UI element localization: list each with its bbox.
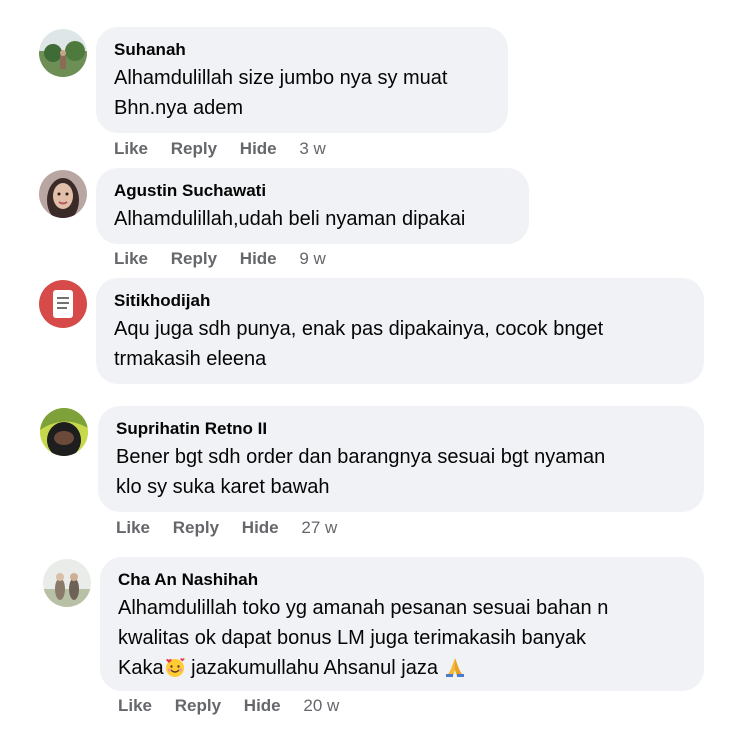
comment-timestamp[interactable]: 3 w bbox=[299, 139, 325, 158]
comment-author[interactable]: Cha An Nashihah bbox=[118, 569, 686, 591]
comment-timestamp[interactable]: 9 w bbox=[299, 249, 325, 268]
comment-text: Alhamdulillah toko yg amanah pesanan ses… bbox=[118, 593, 686, 683]
comment-text-line: trmakasih eleena bbox=[114, 348, 267, 370]
comment-bubble: Suhanah Alhamdulillah size jumbo nya sy … bbox=[96, 27, 508, 133]
reply-button[interactable]: Reply bbox=[171, 249, 217, 268]
avatar-photo-icon bbox=[40, 408, 88, 456]
comment-text-line: Alhamdulillah toko yg amanah pesanan ses… bbox=[118, 597, 609, 619]
reply-button[interactable]: Reply bbox=[175, 696, 221, 715]
avatar[interactable] bbox=[39, 29, 87, 77]
avatar-photo-icon bbox=[39, 280, 87, 328]
comment-author[interactable]: Suhanah bbox=[114, 39, 490, 61]
hide-button[interactable]: Hide bbox=[240, 249, 277, 268]
comment-timestamp[interactable]: 20 w bbox=[303, 696, 339, 715]
reply-button[interactable]: Reply bbox=[173, 518, 219, 537]
comment-text-line: Alhamdulillah,udah beli nyaman dipakai bbox=[114, 208, 466, 230]
comment-text-line: Bhn.nya adem bbox=[114, 97, 243, 119]
avatar[interactable] bbox=[39, 170, 87, 218]
avatar-photo-icon bbox=[43, 559, 91, 607]
avatar[interactable] bbox=[39, 280, 87, 328]
comment-text-line: kwalitas ok dapat bonus LM juga terimaka… bbox=[118, 627, 587, 649]
comment-actions: Like Reply Hide 3 w bbox=[114, 138, 326, 160]
like-button[interactable]: Like bbox=[118, 696, 152, 715]
comment-bubble: Suprihatin Retno II Bener bgt sdh order … bbox=[98, 406, 704, 512]
comment-bubble: Sitikhodijah Aqu juga sdh punya, enak pa… bbox=[96, 278, 704, 384]
comment-actions: Like Reply Hide 27 w bbox=[116, 517, 337, 539]
comment-text: Bener bgt sdh order dan barangnya sesuai… bbox=[116, 442, 686, 502]
avatar-photo-icon bbox=[39, 29, 87, 77]
comment-bubble: Agustin Suchawati Alhamdulillah,udah bel… bbox=[96, 168, 529, 244]
comment-timestamp[interactable]: 27 w bbox=[301, 518, 337, 537]
comment-author[interactable]: Sitikhodijah bbox=[114, 290, 686, 312]
comment-text-line: Kaka jazakumullahu Ahsanul jaza bbox=[118, 653, 686, 683]
avatar[interactable] bbox=[43, 559, 91, 607]
like-button[interactable]: Like bbox=[116, 518, 150, 537]
avatar[interactable] bbox=[40, 408, 88, 456]
hide-button[interactable]: Hide bbox=[242, 518, 279, 537]
comment-text-segment: Kaka bbox=[118, 657, 164, 679]
comment-actions: Like Reply Hide 20 w bbox=[118, 695, 339, 717]
like-button[interactable]: Like bbox=[114, 139, 148, 158]
comment-text-line: klo sy suka karet bawah bbox=[116, 476, 330, 498]
comment-bubble: Cha An Nashihah Alhamdulillah toko yg am… bbox=[100, 557, 704, 691]
comment-text-line: Aqu juga sdh punya, enak pas dipakainya,… bbox=[114, 318, 604, 340]
comment-text-line: Bener bgt sdh order dan barangnya sesuai… bbox=[116, 446, 606, 468]
like-button[interactable]: Like bbox=[114, 249, 148, 268]
hide-button[interactable]: Hide bbox=[244, 696, 281, 715]
avatar-photo-icon bbox=[39, 170, 87, 218]
hide-button[interactable]: Hide bbox=[240, 139, 277, 158]
comment-text: Alhamdulillah,udah beli nyaman dipakai bbox=[114, 204, 511, 234]
comment-actions: Like Reply Hide 9 w bbox=[114, 248, 326, 270]
smiling-face-with-hearts-icon bbox=[165, 658, 185, 677]
reply-button[interactable]: Reply bbox=[171, 139, 217, 158]
comment-author[interactable]: Agustin Suchawati bbox=[114, 180, 511, 202]
comment-text: Alhamdulillah size jumbo nya sy muat Bhn… bbox=[114, 63, 490, 123]
comment-author[interactable]: Suprihatin Retno II bbox=[116, 418, 686, 440]
comment-text: Aqu juga sdh punya, enak pas dipakainya,… bbox=[114, 314, 686, 374]
folded-hands-icon bbox=[445, 658, 464, 677]
comment-text-line: Alhamdulillah size jumbo nya sy muat bbox=[114, 67, 448, 89]
comment-text-segment: jazakumullahu Ahsanul jaza bbox=[185, 657, 444, 679]
